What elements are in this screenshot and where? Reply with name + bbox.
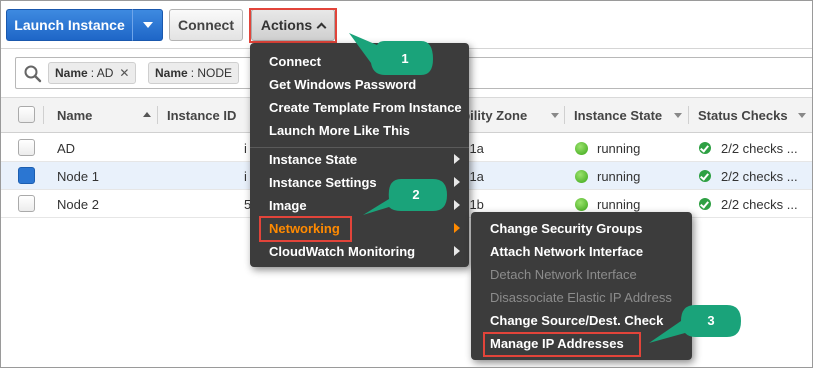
connect-button[interactable]: Connect xyxy=(169,9,243,41)
submenu-arrow-icon xyxy=(454,200,460,210)
select-all-checkbox[interactable] xyxy=(18,106,35,123)
submenu-arrow-icon xyxy=(454,177,460,187)
callout-number-1: 1 xyxy=(401,51,409,66)
toolbar: Launch Instance Connect Actions xyxy=(1,1,812,49)
row-checkbox[interactable] xyxy=(18,139,35,156)
caret-down-icon xyxy=(142,22,153,28)
submenu-arrow-icon xyxy=(454,154,460,164)
instance-id: i xyxy=(244,140,247,156)
column-header-name[interactable]: Name xyxy=(47,98,157,132)
callout-number-2: 2 xyxy=(412,187,420,202)
column-header-status-checks[interactable]: Status Checks xyxy=(688,98,812,132)
status-checks-label: 2/2 checks ... xyxy=(721,140,798,156)
filter-token-key: Name xyxy=(155,66,188,80)
menu-item-instance-state[interactable]: Instance State xyxy=(250,148,357,170)
column-filter-icon[interactable] xyxy=(551,113,559,118)
status-checks-label: 2/2 checks ... xyxy=(721,196,798,212)
instance-name: Node 2 xyxy=(57,196,99,212)
column-header-label: Instance ID xyxy=(167,107,237,123)
column-header-instance-state[interactable]: Instance State xyxy=(564,98,688,132)
ec2-console-window: Launch Instance Connect Actions Name : A… xyxy=(0,0,813,368)
column-filter-icon[interactable] xyxy=(798,113,806,118)
search-icon xyxy=(24,65,42,83)
menu-item-change-security-groups[interactable]: Change Security Groups xyxy=(471,217,642,239)
submenu-arrow-icon xyxy=(454,223,460,233)
instance-state: running xyxy=(575,134,640,162)
menu-item-instance-settings[interactable]: Instance Settings xyxy=(250,171,377,193)
filter-token-name-ad[interactable]: Name : AD ✕ xyxy=(48,62,137,84)
instance-state-label: running xyxy=(597,196,641,212)
column-header-label: Instance State xyxy=(574,107,663,123)
launch-instance-dropdown-button[interactable] xyxy=(132,9,163,41)
instance-name: AD xyxy=(57,140,76,156)
column-filter-icon[interactable] xyxy=(674,113,682,118)
submenu-arrow-icon xyxy=(454,246,460,256)
networking-highlight-box xyxy=(259,216,352,242)
column-header-instance-id[interactable]: Instance ID xyxy=(157,98,257,132)
filter-token-value: : NODE xyxy=(190,66,233,80)
callout-number-3: 3 xyxy=(707,313,715,328)
instance-name: Node 1 xyxy=(57,168,99,184)
check-circle-icon xyxy=(699,170,711,182)
menu-item-create-template[interactable]: Create Template From Instance xyxy=(250,96,462,118)
launch-instance-button[interactable]: Launch Instance xyxy=(6,9,132,41)
status-checks: 2/2 checks ... xyxy=(699,162,798,190)
status-checks-label: 2/2 checks ... xyxy=(721,168,798,184)
column-header-availability-zone[interactable]: ability Zone xyxy=(455,98,563,132)
running-status-icon xyxy=(575,141,588,155)
instance-state-label: running xyxy=(597,168,641,184)
column-header-label: Status Checks xyxy=(698,107,788,123)
running-status-icon xyxy=(575,197,588,211)
menu-item-get-windows-password[interactable]: Get Windows Password xyxy=(250,73,416,95)
status-checks: 2/2 checks ... xyxy=(699,134,798,162)
check-circle-icon xyxy=(699,198,711,210)
running-status-icon xyxy=(575,169,588,183)
actions-highlight-box xyxy=(249,8,337,43)
sort-ascending-icon[interactable] xyxy=(143,112,151,117)
menu-item-launch-more-like-this[interactable]: Launch More Like This xyxy=(250,119,410,141)
filter-token-value: : AD xyxy=(90,66,114,80)
menu-item-image[interactable]: Image xyxy=(250,194,307,216)
row-checkbox[interactable] xyxy=(18,195,35,212)
instance-id: i xyxy=(244,168,247,184)
menu-item-change-source-dest-check[interactable]: Change Source/Dest. Check xyxy=(471,309,663,331)
menu-item-disassociate-elastic-ip: Disassociate Elastic IP Address xyxy=(490,289,672,305)
manage-ip-highlight-box xyxy=(483,332,641,357)
menu-item-cloudwatch-monitoring[interactable]: CloudWatch Monitoring xyxy=(250,240,415,262)
instance-state: running xyxy=(575,162,640,190)
row-checkbox[interactable] xyxy=(18,167,35,184)
close-icon[interactable]: ✕ xyxy=(119,66,129,80)
column-divider xyxy=(43,106,44,124)
filter-token-key: Name xyxy=(55,66,88,80)
filter-token-name-node[interactable]: Name : NODE xyxy=(148,62,240,84)
menu-item-connect[interactable]: Connect xyxy=(250,50,321,72)
menu-item-detach-network-interface: Detach Network Interface xyxy=(490,266,637,282)
check-circle-icon xyxy=(699,142,711,154)
instance-state-label: running xyxy=(597,140,641,156)
menu-item-attach-network-interface[interactable]: Attach Network Interface xyxy=(471,240,643,262)
status-checks: 2/2 checks ... xyxy=(699,190,798,218)
column-header-label: Name xyxy=(57,107,93,123)
